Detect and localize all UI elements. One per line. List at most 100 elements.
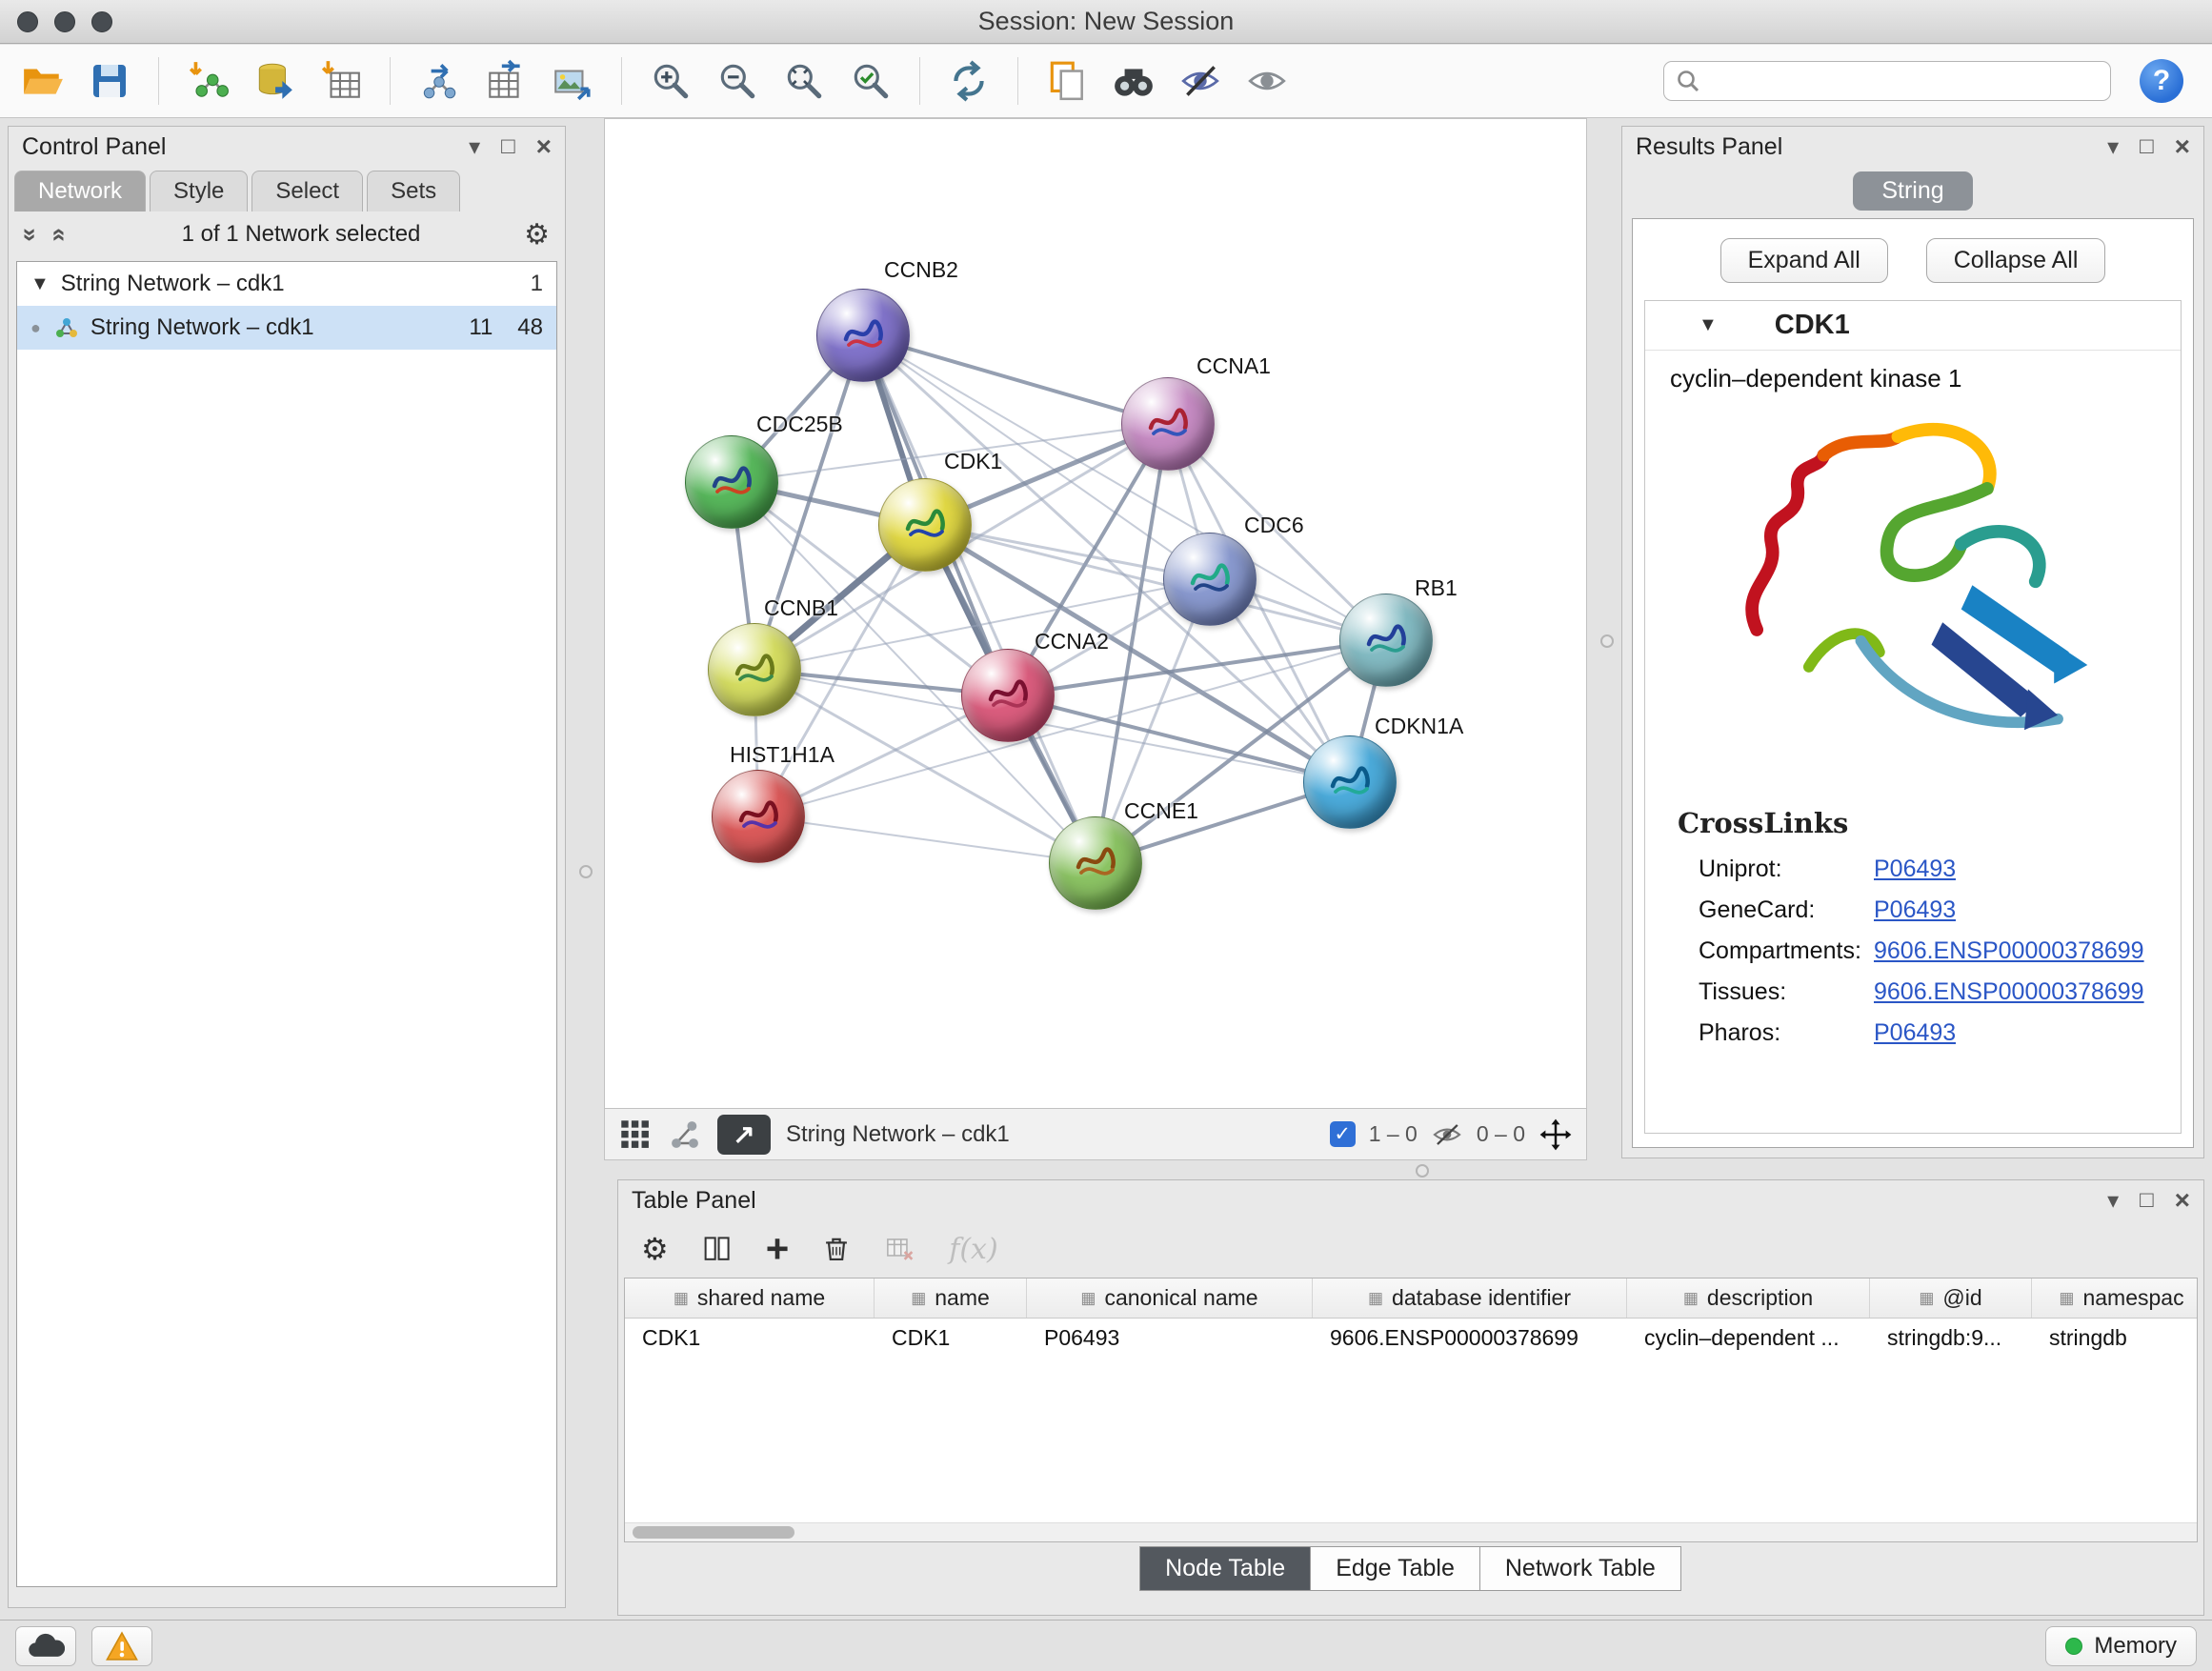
zoom-fit-button[interactable] [776,53,832,109]
network-collection-row[interactable]: ▼ String Network – cdk1 1 [17,262,556,306]
zoom-window-button[interactable] [91,11,112,32]
delete-column-icon[interactable] [821,1234,852,1264]
help-button[interactable]: ? [2140,59,2183,103]
close-panel-icon[interactable]: × [2175,133,2190,160]
table-cell[interactable]: stringdb:9... [1870,1319,2032,1357]
tab-network-table[interactable]: Network Table [1479,1546,1681,1591]
network-row[interactable]: ● String Network – cdk1 11 48 [17,306,556,350]
collapse-all-icon[interactable]: » [16,228,46,241]
panel-menu-icon[interactable]: ▾ [2107,133,2119,161]
scrollbar-thumb[interactable] [633,1526,794,1539]
tab-node-table[interactable]: Node Table [1139,1546,1311,1591]
hide-selected-button[interactable] [1173,53,1228,109]
table-cell[interactable]: cyclin–dependent ... [1627,1319,1870,1357]
export-network-button[interactable] [412,53,467,109]
network-options-gear-icon[interactable]: ⚙ [524,218,550,252]
tab-sets[interactable]: Sets [367,171,460,211]
network-node-RB1[interactable] [1339,594,1433,687]
show-columns-icon[interactable] [701,1233,734,1265]
minimize-window-button[interactable] [54,11,75,32]
float-panel-icon[interactable]: □ [501,133,515,160]
column-header-namespac[interactable]: ▦namespac [2032,1278,2198,1318]
splitter-handle[interactable] [579,865,593,878]
network-node-CCNA1[interactable] [1121,377,1215,471]
splitter-handle[interactable] [1600,634,1614,648]
zoom-in-button[interactable] [643,53,698,109]
crosslink-link[interactable]: P06493 [1874,896,1956,924]
table-cell[interactable]: CDK1 [625,1319,875,1357]
add-column-icon[interactable]: + [766,1226,790,1272]
tab-network[interactable]: Network [14,171,146,211]
warnings-button[interactable] [91,1626,152,1666]
section-collapse-icon[interactable]: ▼ [1699,314,1718,336]
tab-select[interactable]: Select [251,171,363,211]
network-glyph-icon[interactable] [668,1117,702,1152]
network-node-CDC6[interactable] [1163,533,1257,626]
table-cell[interactable]: P06493 [1027,1319,1313,1357]
tab-edge-table[interactable]: Edge Table [1310,1546,1480,1591]
close-panel-icon[interactable]: × [2175,1187,2190,1214]
protein-section-header[interactable]: ▼ CDK1 [1645,301,2181,351]
import-network-database-button[interactable] [247,53,302,109]
expand-all-icon[interactable]: » [43,228,72,241]
column-header-database-identifier[interactable]: ▦database identifier [1313,1278,1627,1318]
search-input[interactable] [1710,68,2099,94]
tab-string[interactable]: String [1853,171,1972,211]
table-horizontal-scrollbar[interactable] [625,1522,2197,1541]
close-panel-icon[interactable]: × [536,133,552,160]
float-panel-icon[interactable]: □ [2140,133,2154,160]
crosslink-link[interactable]: P06493 [1874,1019,1956,1047]
table-row[interactable]: CDK1CDK1P064939606.ENSP00000378699cyclin… [625,1319,2197,1357]
export-table-button[interactable] [478,53,533,109]
export-image-button[interactable] [545,53,600,109]
table-settings-gear-icon[interactable]: ⚙ [641,1231,669,1267]
table-cell[interactable]: stringdb [2032,1319,2198,1357]
column-header-description[interactable]: ▦description [1627,1278,1870,1318]
network-node-CDKN1A[interactable] [1303,735,1397,829]
crosslink-link[interactable]: 9606.ENSP00000378699 [1874,978,2144,1006]
float-panel-icon[interactable]: □ [2140,1187,2154,1214]
zoom-out-button[interactable] [710,53,765,109]
column-header--id[interactable]: ▦@id [1870,1278,2032,1318]
network-node-CCNA2[interactable] [961,649,1055,742]
table-cell[interactable]: 9606.ENSP00000378699 [1313,1319,1627,1357]
network-node-CDK1[interactable] [878,478,972,572]
import-network-file-button[interactable] [180,53,235,109]
selected-checkbox[interactable]: ✓ [1330,1121,1356,1147]
panel-menu-icon[interactable]: ▾ [469,133,480,161]
apply-layout-button[interactable] [941,53,996,109]
network-node-CCNB2[interactable] [816,289,910,382]
column-header-canonical-name[interactable]: ▦canonical name [1027,1278,1313,1318]
edge-HIST1H1A-CCNE1[interactable] [758,816,1096,863]
pan-move-icon[interactable] [1538,1117,1573,1152]
crosslink-link[interactable]: 9606.ENSP00000378699 [1874,937,2144,965]
duplicate-network-button[interactable] [1039,53,1095,109]
toolbar-search[interactable] [1663,61,2111,101]
network-node-CCNB1[interactable] [708,623,801,716]
close-window-button[interactable] [17,11,38,32]
memory-button[interactable]: Memory [2045,1626,2197,1666]
splitter-handle[interactable] [1416,1164,1429,1178]
network-canvas[interactable]: CCNB2CCNA1CDC25BCDK1CDC6RB1CCNB1CCNA2CDK… [604,118,1587,1109]
open-in-browser-button[interactable]: ↗ [717,1115,771,1155]
zoom-selected-button[interactable] [843,53,898,109]
network-node-CDC25B[interactable] [685,435,778,529]
panel-menu-icon[interactable]: ▾ [2107,1187,2119,1215]
cloud-button[interactable] [15,1626,76,1666]
column-header-shared-name[interactable]: ▦shared name [625,1278,875,1318]
collapse-all-button[interactable]: Collapse All [1926,238,2106,283]
table-cell[interactable]: CDK1 [875,1319,1027,1357]
first-neighbors-button[interactable] [1106,53,1161,109]
tree-expand-icon[interactable]: ▼ [30,273,50,295]
network-node-CCNE1[interactable] [1049,816,1142,910]
tab-style[interactable]: Style [150,171,248,211]
expand-all-button[interactable]: Expand All [1720,238,1888,283]
column-header-name[interactable]: ▦name [875,1278,1027,1318]
birds-eye-view-icon[interactable] [618,1117,653,1152]
save-session-button[interactable] [82,53,137,109]
network-node-HIST1H1A[interactable] [712,770,805,863]
edge-CCNB2-CCNE1[interactable] [863,335,1096,863]
crosslink-link[interactable]: P06493 [1874,856,1956,883]
import-table-button[interactable] [313,53,369,109]
open-session-button[interactable] [15,53,70,109]
